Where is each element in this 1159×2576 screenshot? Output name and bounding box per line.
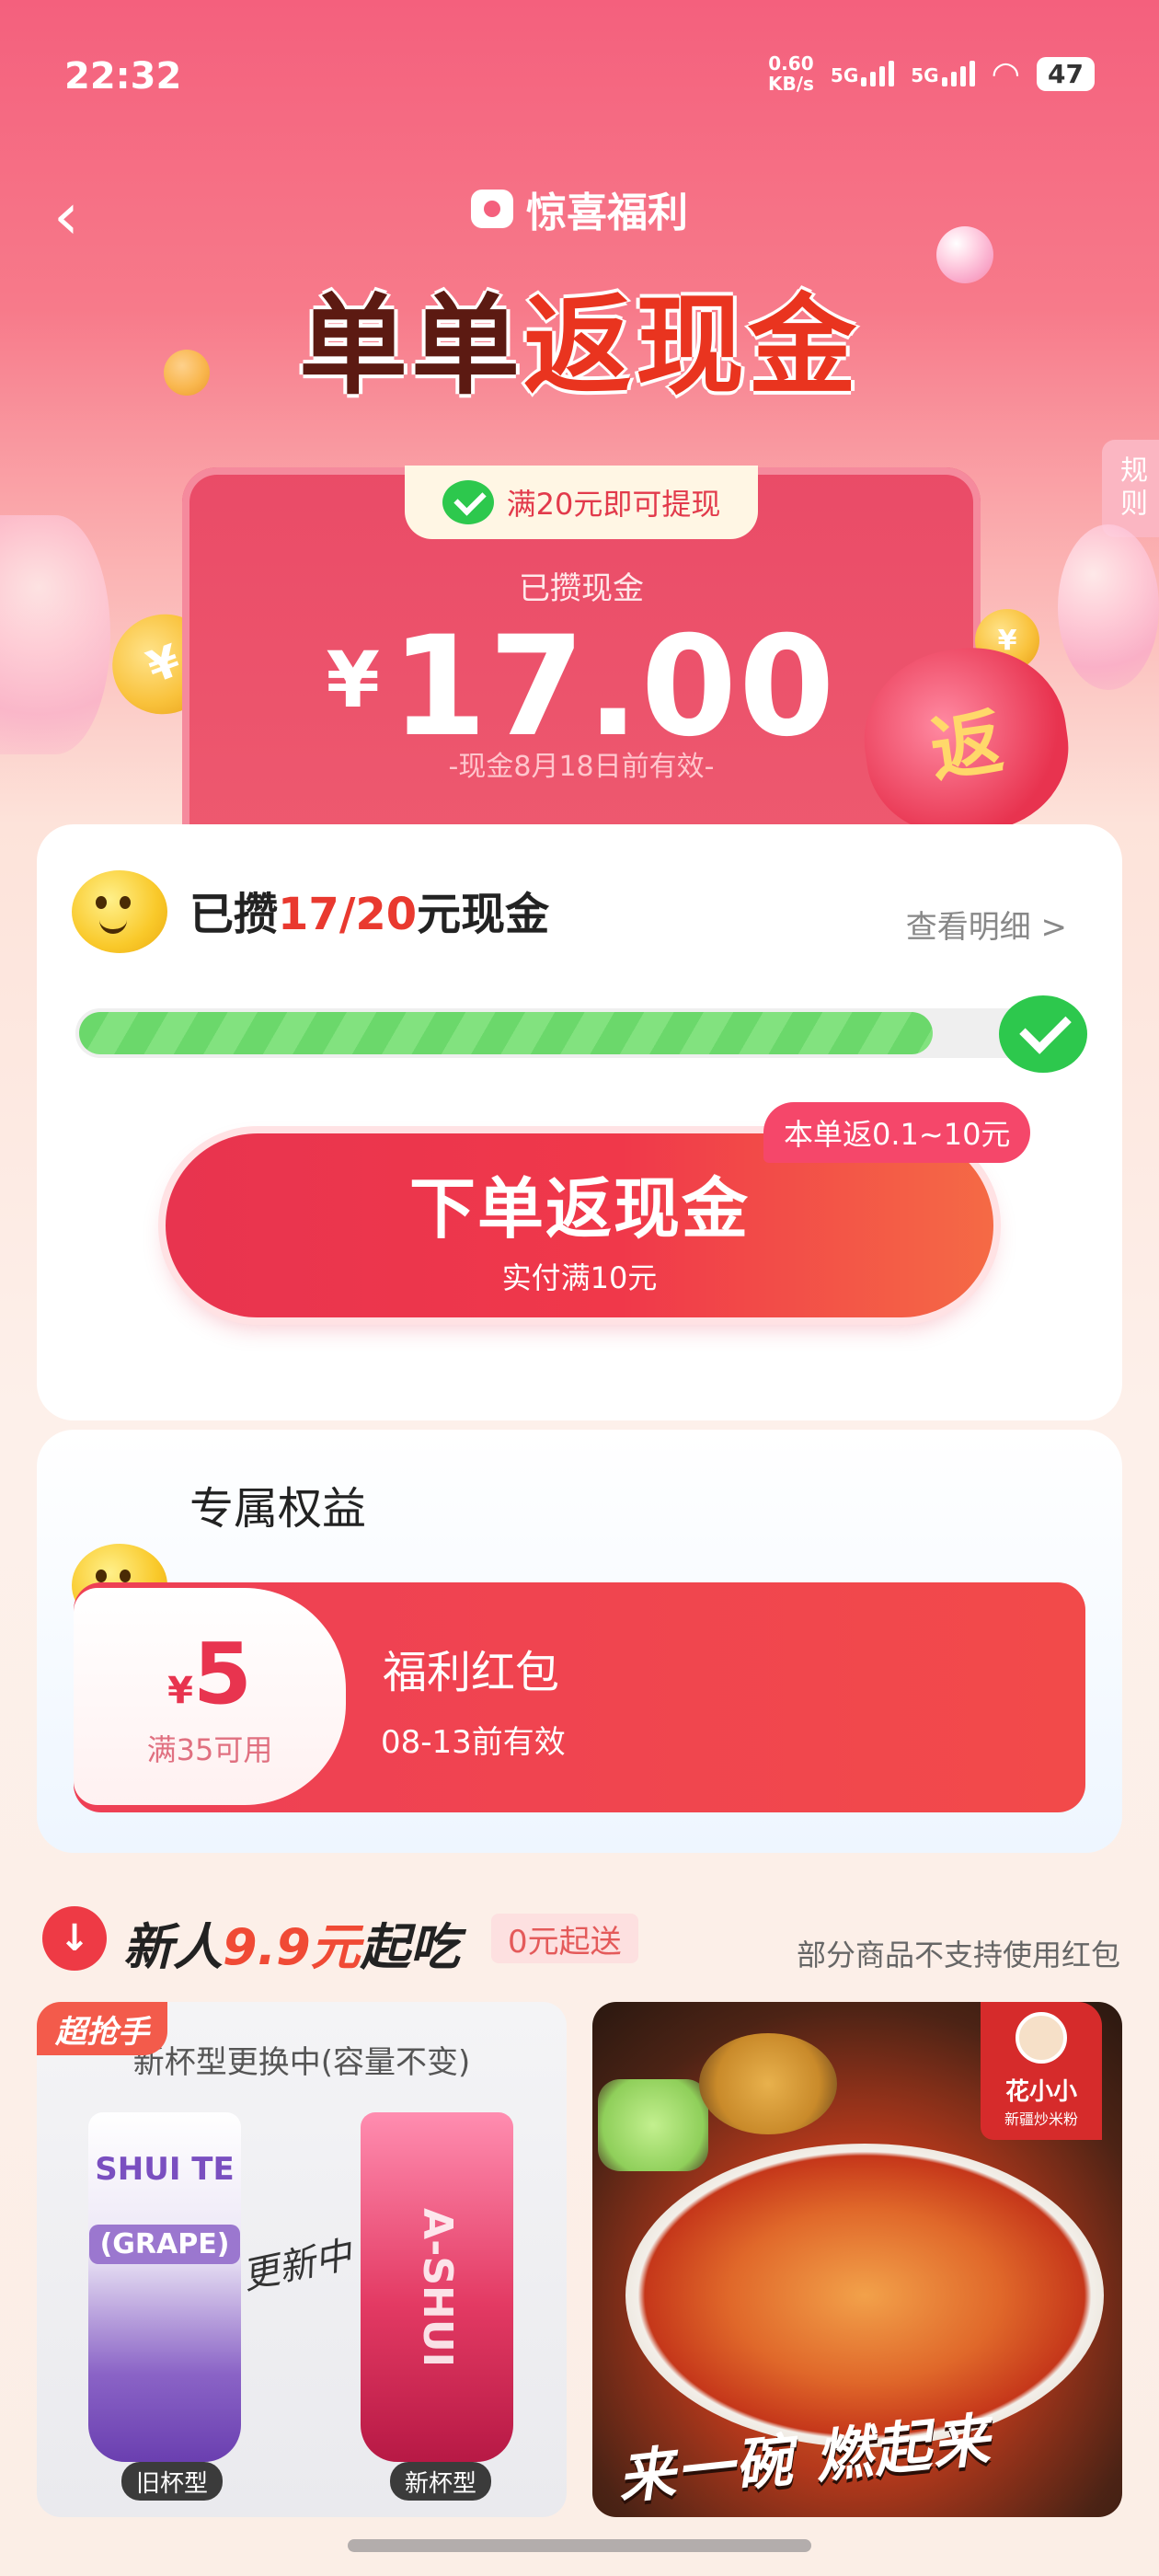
coupon-name: 福利红包 bbox=[383, 1647, 560, 1698]
gift-icon bbox=[471, 190, 513, 228]
progress-title: 已攒17/20元现金 bbox=[189, 889, 550, 940]
cash-label: 已攒现金 bbox=[519, 570, 644, 607]
brand-title: 惊喜福利 bbox=[526, 190, 688, 236]
decor-bubble bbox=[936, 226, 993, 283]
store-logo: 花小小 新疆炒米粉 bbox=[981, 2002, 1102, 2140]
benefits-title: 专属权益 bbox=[189, 1483, 367, 1535]
old-cup-label: 旧杯型 bbox=[121, 2462, 224, 2501]
new-cup-label: 新杯型 bbox=[390, 2462, 492, 2501]
network-speed: 0.60 KB/s bbox=[767, 52, 814, 95]
view-details-link[interactable]: 查看明细 > bbox=[906, 902, 1067, 947]
old-cup-image: SHUI TE (GRAPE) bbox=[88, 2112, 241, 2462]
rules-button[interactable]: 规则 bbox=[1102, 440, 1159, 537]
decor-bubble bbox=[1058, 524, 1159, 690]
coupon-validity: 08-13前有效 bbox=[381, 1724, 566, 1761]
brand-header: 惊喜福利 bbox=[0, 179, 1159, 238]
status-time: 22:32 bbox=[64, 55, 182, 98]
home-indicator[interactable] bbox=[348, 2539, 811, 2552]
food-image-greens bbox=[598, 2079, 708, 2171]
new-cup-image: A-SHUI bbox=[361, 2112, 513, 2462]
progress-fill bbox=[79, 1012, 933, 1054]
noodle-bowl-image bbox=[625, 2144, 1104, 2447]
coupon-note: 部分商品不支持使用红包 bbox=[796, 1938, 1120, 1972]
cash-validity: -现金8月18日前有效- bbox=[448, 751, 715, 783]
wifi-icon: ◠ bbox=[991, 54, 1021, 93]
signal-icon: 5G bbox=[831, 61, 895, 86]
food-image-chickpeas bbox=[699, 2033, 837, 2134]
hot-deal-tag: 超抢手 bbox=[37, 2002, 167, 2055]
coupon-condition: 满35可用 bbox=[146, 1731, 273, 1767]
new-user-title: 新人9.9元起吃 bbox=[123, 1918, 460, 1976]
decor-bubble bbox=[0, 515, 110, 754]
signal-icon-2: 5G bbox=[911, 61, 975, 86]
cashback-range-tag: 本单返0.1~10元 bbox=[763, 1102, 1031, 1163]
chef-avatar-icon bbox=[1016, 2012, 1067, 2064]
smiley-coin-icon bbox=[72, 870, 167, 953]
withdraw-threshold-badge: 满20元即可提现 bbox=[405, 466, 758, 539]
wechat-check-icon bbox=[442, 480, 494, 524]
status-icons: 0.60 KB/s 5G 5G ◠ 47 bbox=[768, 53, 1095, 94]
arrow-down-icon: ↓ bbox=[42, 1906, 107, 1971]
wechat-check-icon bbox=[999, 995, 1087, 1073]
battery-icon: 47 bbox=[1037, 56, 1095, 91]
coupon-value-block: ¥5 满35可用 bbox=[74, 1588, 346, 1805]
coin-icon bbox=[164, 350, 210, 396]
free-delivery-tag: 0元起送 bbox=[491, 1914, 638, 1963]
